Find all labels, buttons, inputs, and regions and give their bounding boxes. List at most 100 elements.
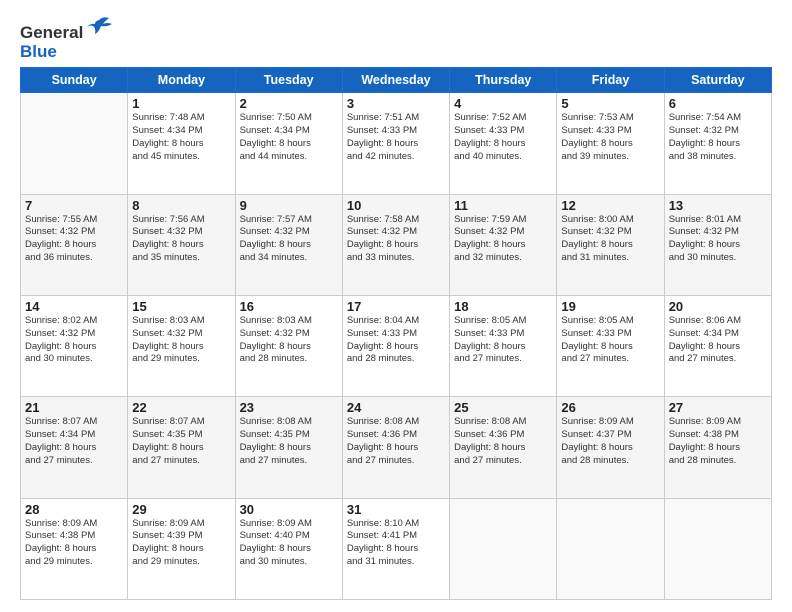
day-number: 27 xyxy=(669,400,767,415)
calendar-header-row: SundayMondayTuesdayWednesdayThursdayFrid… xyxy=(21,68,772,93)
calendar-week-row: 28Sunrise: 8:09 AMSunset: 4:38 PMDayligh… xyxy=(21,498,772,599)
day-number: 8 xyxy=(132,198,230,213)
cell-info: Sunrise: 7:50 AMSunset: 4:34 PMDaylight:… xyxy=(240,112,338,163)
logo-blue: Blue xyxy=(20,43,113,62)
cell-info: Sunrise: 7:59 AMSunset: 4:32 PMDaylight:… xyxy=(454,214,552,265)
calendar-cell: 11Sunrise: 7:59 AMSunset: 4:32 PMDayligh… xyxy=(450,194,557,295)
day-number: 28 xyxy=(25,502,123,517)
cell-info: Sunrise: 8:06 AMSunset: 4:34 PMDaylight:… xyxy=(669,315,767,366)
day-number: 14 xyxy=(25,299,123,314)
cell-info: Sunrise: 8:09 AMSunset: 4:38 PMDaylight:… xyxy=(25,518,123,569)
calendar-table: SundayMondayTuesdayWednesdayThursdayFrid… xyxy=(20,67,772,600)
calendar-cell xyxy=(450,498,557,599)
calendar-cell: 12Sunrise: 8:00 AMSunset: 4:32 PMDayligh… xyxy=(557,194,664,295)
weekday-header-wednesday: Wednesday xyxy=(342,68,449,93)
cell-info: Sunrise: 8:10 AMSunset: 4:41 PMDaylight:… xyxy=(347,518,445,569)
cell-info: Sunrise: 8:07 AMSunset: 4:35 PMDaylight:… xyxy=(132,416,230,467)
calendar-cell: 27Sunrise: 8:09 AMSunset: 4:38 PMDayligh… xyxy=(664,397,771,498)
calendar-cell: 6Sunrise: 7:54 AMSunset: 4:32 PMDaylight… xyxy=(664,93,771,194)
day-number: 12 xyxy=(561,198,659,213)
day-number: 1 xyxy=(132,96,230,111)
cell-info: Sunrise: 8:05 AMSunset: 4:33 PMDaylight:… xyxy=(454,315,552,366)
calendar-cell: 3Sunrise: 7:51 AMSunset: 4:33 PMDaylight… xyxy=(342,93,449,194)
cell-info: Sunrise: 7:48 AMSunset: 4:34 PMDaylight:… xyxy=(132,112,230,163)
calendar-cell xyxy=(21,93,128,194)
day-number: 11 xyxy=(454,198,552,213)
logo: General Blue xyxy=(20,16,113,61)
calendar-cell: 16Sunrise: 8:03 AMSunset: 4:32 PMDayligh… xyxy=(235,295,342,396)
calendar-cell: 29Sunrise: 8:09 AMSunset: 4:39 PMDayligh… xyxy=(128,498,235,599)
day-number: 9 xyxy=(240,198,338,213)
calendar-cell: 25Sunrise: 8:08 AMSunset: 4:36 PMDayligh… xyxy=(450,397,557,498)
day-number: 18 xyxy=(454,299,552,314)
day-number: 24 xyxy=(347,400,445,415)
cell-info: Sunrise: 8:04 AMSunset: 4:33 PMDaylight:… xyxy=(347,315,445,366)
day-number: 23 xyxy=(240,400,338,415)
calendar-cell: 24Sunrise: 8:08 AMSunset: 4:36 PMDayligh… xyxy=(342,397,449,498)
day-number: 13 xyxy=(669,198,767,213)
logo-bird-icon xyxy=(85,16,113,38)
calendar-cell: 22Sunrise: 8:07 AMSunset: 4:35 PMDayligh… xyxy=(128,397,235,498)
cell-info: Sunrise: 7:58 AMSunset: 4:32 PMDaylight:… xyxy=(347,214,445,265)
calendar-week-row: 1Sunrise: 7:48 AMSunset: 4:34 PMDaylight… xyxy=(21,93,772,194)
cell-info: Sunrise: 8:09 AMSunset: 4:38 PMDaylight:… xyxy=(669,416,767,467)
calendar-cell: 26Sunrise: 8:09 AMSunset: 4:37 PMDayligh… xyxy=(557,397,664,498)
calendar-cell: 5Sunrise: 7:53 AMSunset: 4:33 PMDaylight… xyxy=(557,93,664,194)
day-number: 20 xyxy=(669,299,767,314)
day-number: 17 xyxy=(347,299,445,314)
calendar-cell: 14Sunrise: 8:02 AMSunset: 4:32 PMDayligh… xyxy=(21,295,128,396)
calendar-cell: 19Sunrise: 8:05 AMSunset: 4:33 PMDayligh… xyxy=(557,295,664,396)
cell-info: Sunrise: 8:09 AMSunset: 4:37 PMDaylight:… xyxy=(561,416,659,467)
calendar-cell: 23Sunrise: 8:08 AMSunset: 4:35 PMDayligh… xyxy=(235,397,342,498)
cell-info: Sunrise: 8:00 AMSunset: 4:32 PMDaylight:… xyxy=(561,214,659,265)
day-number: 26 xyxy=(561,400,659,415)
calendar-cell: 21Sunrise: 8:07 AMSunset: 4:34 PMDayligh… xyxy=(21,397,128,498)
calendar-cell: 20Sunrise: 8:06 AMSunset: 4:34 PMDayligh… xyxy=(664,295,771,396)
weekday-header-friday: Friday xyxy=(557,68,664,93)
calendar-cell: 2Sunrise: 7:50 AMSunset: 4:34 PMDaylight… xyxy=(235,93,342,194)
day-number: 22 xyxy=(132,400,230,415)
weekday-header-saturday: Saturday xyxy=(664,68,771,93)
cell-info: Sunrise: 8:08 AMSunset: 4:35 PMDaylight:… xyxy=(240,416,338,467)
calendar-cell: 9Sunrise: 7:57 AMSunset: 4:32 PMDaylight… xyxy=(235,194,342,295)
calendar-cell: 8Sunrise: 7:56 AMSunset: 4:32 PMDaylight… xyxy=(128,194,235,295)
calendar-cell: 1Sunrise: 7:48 AMSunset: 4:34 PMDaylight… xyxy=(128,93,235,194)
calendar-week-row: 14Sunrise: 8:02 AMSunset: 4:32 PMDayligh… xyxy=(21,295,772,396)
day-number: 29 xyxy=(132,502,230,517)
day-number: 16 xyxy=(240,299,338,314)
day-number: 21 xyxy=(25,400,123,415)
cell-info: Sunrise: 8:08 AMSunset: 4:36 PMDaylight:… xyxy=(454,416,552,467)
calendar-cell: 13Sunrise: 8:01 AMSunset: 4:32 PMDayligh… xyxy=(664,194,771,295)
cell-info: Sunrise: 7:57 AMSunset: 4:32 PMDaylight:… xyxy=(240,214,338,265)
calendar-week-row: 7Sunrise: 7:55 AMSunset: 4:32 PMDaylight… xyxy=(21,194,772,295)
cell-info: Sunrise: 8:01 AMSunset: 4:32 PMDaylight:… xyxy=(669,214,767,265)
day-number: 19 xyxy=(561,299,659,314)
calendar-cell: 30Sunrise: 8:09 AMSunset: 4:40 PMDayligh… xyxy=(235,498,342,599)
day-number: 4 xyxy=(454,96,552,111)
cell-info: Sunrise: 8:08 AMSunset: 4:36 PMDaylight:… xyxy=(347,416,445,467)
day-number: 7 xyxy=(25,198,123,213)
page: General Blue SundayMondayTuesdayWednesda… xyxy=(0,0,792,612)
weekday-header-sunday: Sunday xyxy=(21,68,128,93)
weekday-header-thursday: Thursday xyxy=(450,68,557,93)
day-number: 5 xyxy=(561,96,659,111)
cell-info: Sunrise: 7:53 AMSunset: 4:33 PMDaylight:… xyxy=(561,112,659,163)
weekday-header-tuesday: Tuesday xyxy=(235,68,342,93)
weekday-header-monday: Monday xyxy=(128,68,235,93)
day-number: 10 xyxy=(347,198,445,213)
day-number: 25 xyxy=(454,400,552,415)
logo-general: General xyxy=(20,23,83,42)
day-number: 31 xyxy=(347,502,445,517)
calendar-cell: 15Sunrise: 8:03 AMSunset: 4:32 PMDayligh… xyxy=(128,295,235,396)
cell-info: Sunrise: 8:09 AMSunset: 4:40 PMDaylight:… xyxy=(240,518,338,569)
calendar-cell: 7Sunrise: 7:55 AMSunset: 4:32 PMDaylight… xyxy=(21,194,128,295)
cell-info: Sunrise: 8:03 AMSunset: 4:32 PMDaylight:… xyxy=(240,315,338,366)
logo-text: General Blue xyxy=(20,16,113,61)
cell-info: Sunrise: 7:51 AMSunset: 4:33 PMDaylight:… xyxy=(347,112,445,163)
calendar-cell xyxy=(557,498,664,599)
calendar-cell xyxy=(664,498,771,599)
cell-info: Sunrise: 7:55 AMSunset: 4:32 PMDaylight:… xyxy=(25,214,123,265)
cell-info: Sunrise: 8:03 AMSunset: 4:32 PMDaylight:… xyxy=(132,315,230,366)
cell-info: Sunrise: 7:54 AMSunset: 4:32 PMDaylight:… xyxy=(669,112,767,163)
calendar-week-row: 21Sunrise: 8:07 AMSunset: 4:34 PMDayligh… xyxy=(21,397,772,498)
